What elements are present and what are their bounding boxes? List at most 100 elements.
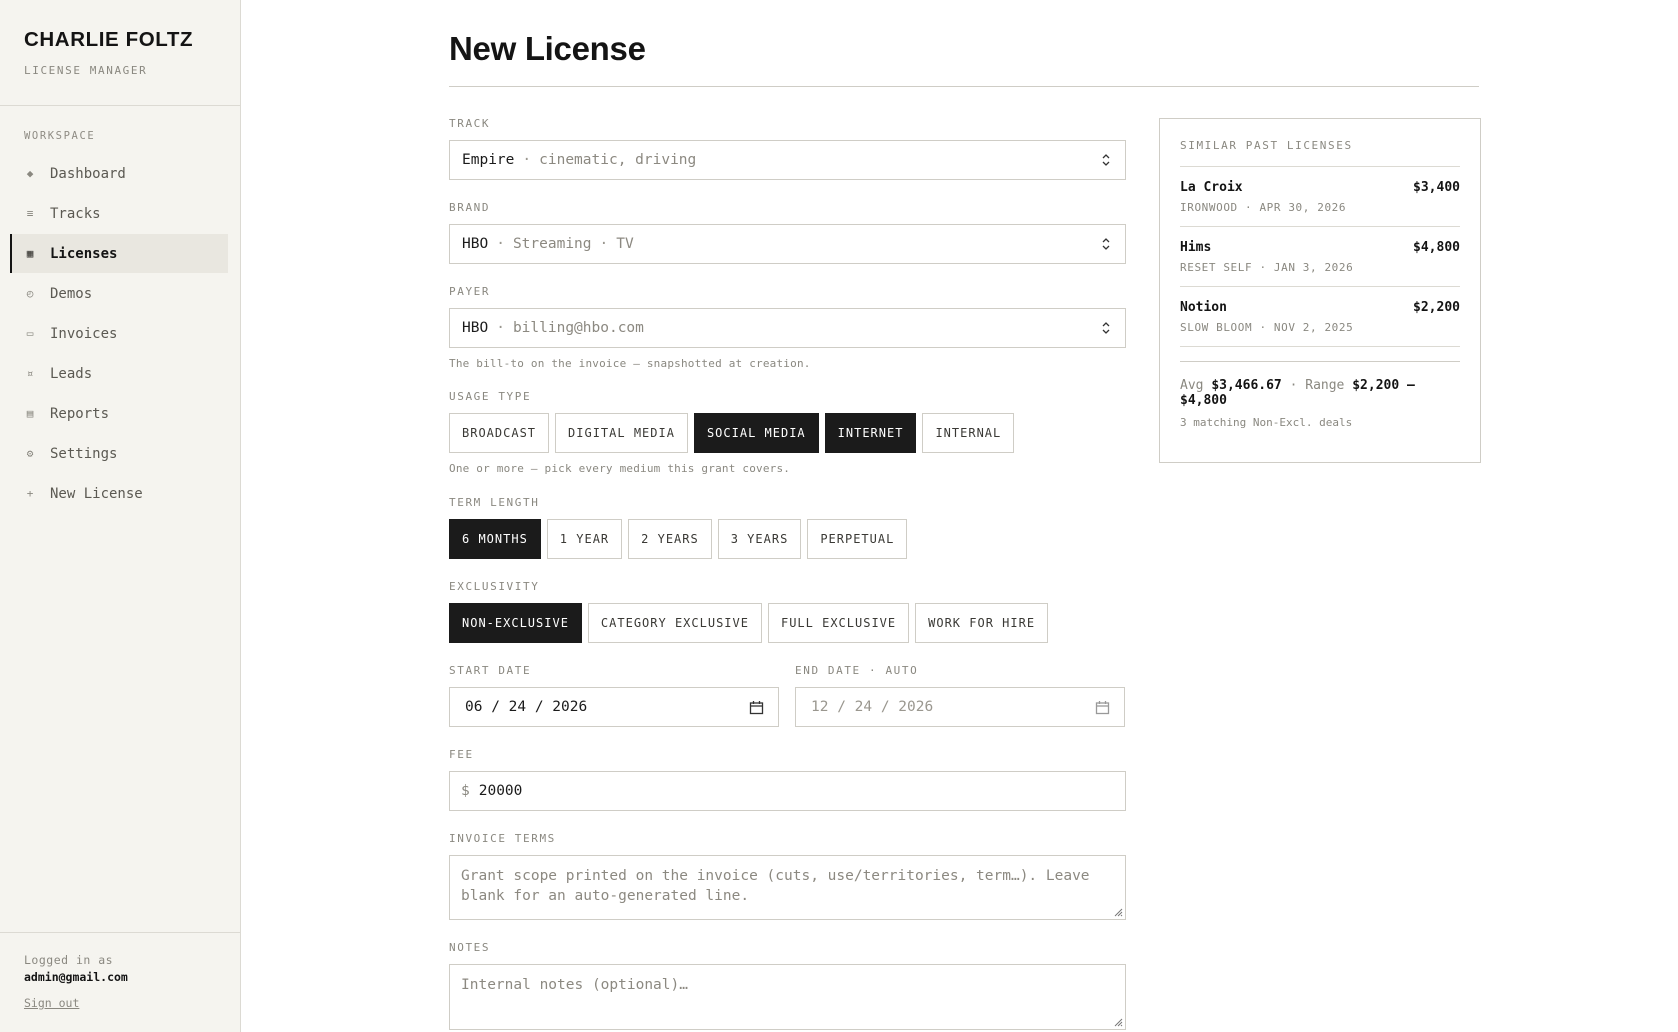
currency-symbol: $ [461,783,470,799]
usage-type-chips: BROADCAST DIGITAL MEDIA SOCIAL MEDIA INTERN… [449,413,1126,453]
sidebar-item-leads[interactable]: ¤ Leads [10,354,228,393]
term-length-label: TERM LENGTH [449,496,540,509]
term-length-chip-6-months[interactable]: 6 MONTHS [449,519,541,559]
brand-select[interactable]: HBO · Streaming · TV [449,224,1126,264]
main-content: New License TRACK Empire · cinematic, dr… [449,0,1481,1030]
sidebar-item-demos[interactable]: ◴ Demos [10,274,228,313]
range-label: Range [1305,378,1345,393]
usage-type-chip-digital-media[interactable]: DIGITAL MEDIA [555,413,688,453]
diamond-icon: ◆ [26,167,34,180]
license-form: TRACK Empire · cinematic, driving BRAND … [449,118,1126,1030]
invoice-terms-placeholder: Grant scope printed on the invoice (cuts… [461,868,1090,904]
invoice-terms-label: INVOICE TERMS [449,832,556,845]
exclusivity-chip-non-exclusive[interactable]: NON-EXCLUSIVE [449,603,582,643]
usage-type-chip-internal[interactable]: INTERNAL [922,413,1015,453]
sidebar-item-invoices[interactable]: ▭ Invoices [10,314,228,353]
past-license-brand: Hims [1180,240,1212,255]
separator-dot: · [1289,378,1306,393]
matching-count: 3 matching Non-Excl. deals [1180,416,1353,429]
sidebar-item-reports[interactable]: ▤ Reports [10,394,228,433]
end-date-input: 12 / 24 / 2026 [795,687,1125,727]
past-license-list: La Croix $3,400 IRONWOOD · APR 30, 2026 Him… [1180,167,1460,347]
separator-dot: · [599,236,609,252]
logged-in-label: Logged in as [24,953,114,967]
fee-label: FEE [449,748,474,761]
notes-label: NOTES [449,941,491,954]
tracks-icon: ≡ [26,207,34,220]
past-license-item[interactable]: La Croix $3,400 IRONWOOD · APR 30, 2026 [1180,167,1460,227]
sidebar-item-settings[interactable]: ⚙ Settings [10,434,228,473]
fee-value: 20000 [478,783,523,799]
fee-input[interactable]: $ 20000 [449,771,1126,811]
summary-line: Avg $3,466.67 · Range $2,200 – $4,800 [1180,378,1460,408]
track-select[interactable]: Empire · cinematic, driving [449,140,1126,180]
term-length-chip-perpetual[interactable]: PERPETUAL [807,519,908,559]
brand-subtitle: LICENSE MANAGER [24,64,148,77]
start-date-value: 06 / 24 / 2026 [465,699,588,715]
track-detail: cinematic, driving [539,152,697,168]
past-license-meta: IRONWOOD · APR 30, 2026 [1180,201,1347,214]
sign-out-link[interactable]: Sign out [24,996,79,1010]
resize-grip-icon[interactable] [1114,1018,1123,1027]
sidebar-item-label: Demos [50,285,93,302]
track-value: Empire [462,152,515,168]
sidebar-item-label: New License [50,485,143,502]
sidebar-item-label: Tracks [50,205,101,222]
exclusivity-chip-category-exclusive[interactable]: CATEGORY EXCLUSIVE [587,603,762,643]
track-label: TRACK [449,117,491,130]
sidebar-item-label: Leads [50,365,93,382]
past-license-item[interactable]: Notion $2,200 SLOW BLOOM · NOV 2, 2025 [1180,287,1460,347]
calendar-icon[interactable] [749,700,764,715]
sidebar-item-label: Reports [50,405,110,422]
chevron-updown-icon [1102,238,1110,250]
panel-divider [1180,361,1460,362]
brand-value: HBO [462,236,489,252]
exclusivity-chip-full-exclusive[interactable]: FULL EXCLUSIVE [767,603,910,643]
invoice-terms-textarea[interactable]: Grant scope printed on the invoice (cuts… [449,855,1126,920]
separator-dot: · [496,236,505,252]
invoice-icon: ▭ [26,327,34,340]
notes-textarea[interactable]: Internal notes (optional)… [449,964,1126,1030]
brand-detail-2: TV [616,236,634,252]
brand-block: CHARLIE FOLTZ LICENSE MANAGER [0,0,240,106]
chevron-updown-icon [1102,322,1110,334]
page-title: New License [449,30,646,67]
sidebar-item-label: Invoices [50,325,118,342]
licenses-icon: ▦ [26,247,34,260]
reports-icon: ▤ [26,407,34,420]
avg-value: $3,466.67 [1211,378,1282,393]
usage-type-chip-internet[interactable]: INTERNET [824,413,917,453]
nav-heading: WORKSPACE [24,130,96,142]
leads-icon: ¤ [26,367,34,380]
past-license-meta: SLOW BLOOM · NOV 2, 2025 [1180,321,1354,334]
term-length-chip-2-years[interactable]: 2 YEARS [628,519,712,559]
sidebar-item-label: Settings [50,445,118,462]
separator-dot: · [496,320,505,336]
term-length-chip-1-year[interactable]: 1 YEAR [546,519,623,559]
past-license-row: Notion $2,200 [1180,300,1460,315]
sidebar-item-label: Licenses [50,245,118,262]
start-date-input[interactable]: 06 / 24 / 2026 [449,687,779,727]
term-length-chip-3-years[interactable]: 3 YEARS [717,519,802,559]
resize-grip-icon[interactable] [1114,908,1123,917]
sidebar-item-dashboard[interactable]: ◆ Dashboard [10,154,228,193]
sidebar-item-licenses[interactable]: ▦ Licenses [10,234,228,273]
sidebar-item-label: Dashboard [50,165,126,182]
exclusivity-chip-work-for-hire[interactable]: WORK FOR HIRE [915,603,1049,643]
past-license-item[interactable]: Hims $4,800 RESET SELF · JAN 3, 2026 [1180,227,1460,287]
usage-type-chip-social-media[interactable]: SOCIAL MEDIA [693,413,819,453]
title-divider [449,86,1479,87]
end-date-value: 12 / 24 / 2026 [811,699,934,715]
sidebar-footer: Logged in as admin@gmail.com Sign out [0,932,240,1032]
payer-select[interactable]: HBO · billing@hbo.com [449,308,1126,348]
calendar-icon [1095,701,1110,715]
sidebar-item-tracks[interactable]: ≡ Tracks [10,194,228,233]
term-length-chips: 6 MONTHS 1 YEAR 2 YEARS 3 YEARS PERPETUAL [449,519,1126,559]
avg-label: Avg [1180,378,1204,393]
sidebar-item-new-license[interactable]: + New License [10,474,228,513]
past-license-amount: $3,400 [1413,180,1460,195]
brand-detail-1: Streaming [512,236,592,252]
usage-type-chip-broadcast[interactable]: BROADCAST [449,413,550,453]
demos-icon: ◴ [26,287,34,300]
brand-name: CHARLIE FOLTZ [24,28,194,51]
